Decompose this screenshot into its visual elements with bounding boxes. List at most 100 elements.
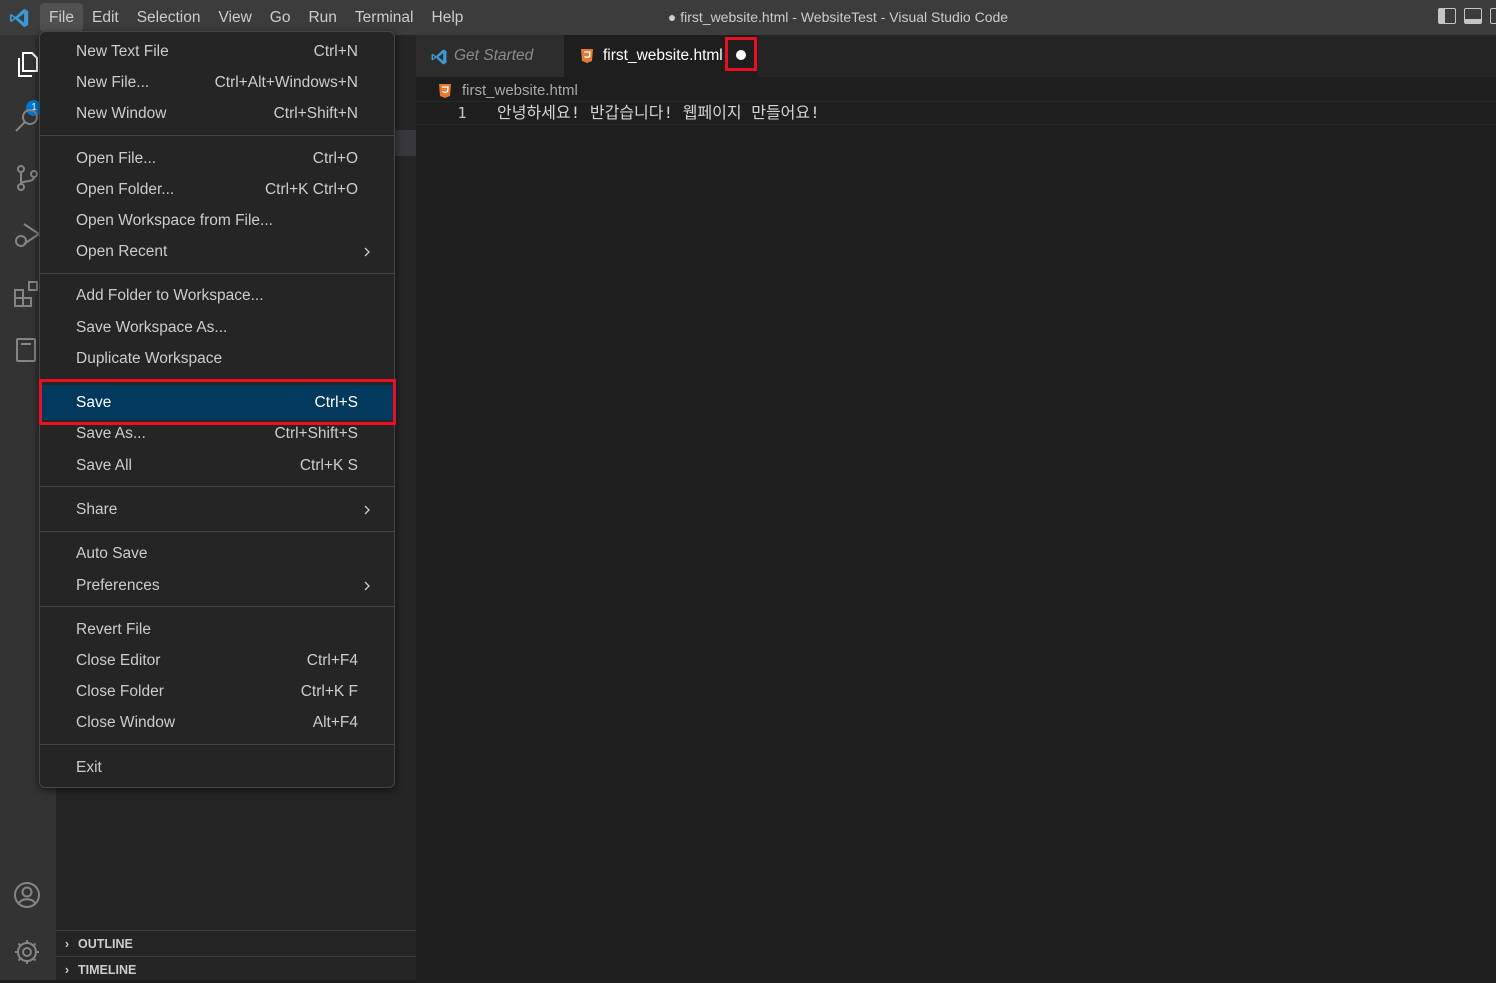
toggle-secondary-sidebar-icon[interactable] xyxy=(1490,8,1496,24)
menu-save-all[interactable]: Save All Ctrl+K S xyxy=(40,451,394,481)
menu-open-folder[interactable]: Open Folder... Ctrl+K Ctrl+O xyxy=(40,175,394,205)
run-debug-icon[interactable] xyxy=(12,220,42,250)
menu-open-recent[interactable]: Open Recent xyxy=(40,237,394,267)
timeline-section[interactable]: › TIMELINE xyxy=(56,956,416,982)
menu-help[interactable]: Help xyxy=(423,0,473,35)
menu-save-as[interactable]: Save As... Ctrl+Shift+S xyxy=(40,419,394,449)
menu-open-workspace[interactable]: Open Workspace from File... xyxy=(40,206,394,236)
code-line[interactable]: 안녕하세요! 반갑습니다! 웹페이지 만들어요! xyxy=(497,102,820,124)
manage-gear-icon[interactable] xyxy=(12,937,42,967)
menu-add-folder-to-workspace[interactable]: Add Folder to Workspace... xyxy=(40,281,394,311)
breadcrumb-file[interactable]: first_website.html xyxy=(462,80,578,102)
chevron-right-icon: › xyxy=(64,937,70,951)
menu-exit[interactable]: Exit xyxy=(40,753,394,783)
menu-item-shortcut: Ctrl+K F xyxy=(300,683,358,700)
accounts-icon[interactable] xyxy=(12,880,42,910)
explorer-icon[interactable] xyxy=(12,49,42,79)
menu-file[interactable]: File xyxy=(40,3,83,32)
menu-preferences[interactable]: Preferences xyxy=(40,571,394,601)
menu-item-shortcut: Ctrl+Shift+S xyxy=(274,425,358,442)
chevron-right-icon xyxy=(364,247,370,257)
menu-item-shortcut: Ctrl+Alt+Windows+N xyxy=(214,74,358,91)
menu-item-label: Open File... xyxy=(76,150,157,167)
html5-icon xyxy=(439,84,451,98)
chevron-right-icon xyxy=(364,505,370,515)
source-control-icon[interactable] xyxy=(12,163,42,193)
layout-controls xyxy=(1438,8,1496,24)
menu-item-label: Save As... xyxy=(76,425,146,442)
menu-item-label: Share xyxy=(76,501,118,518)
menu-bar: File Edit Selection View Go Run Terminal… xyxy=(40,0,472,35)
toggle-primary-sidebar-icon[interactable] xyxy=(1438,8,1456,24)
tab-get-started[interactable]: Get Started xyxy=(416,35,564,77)
menu-separator xyxy=(40,744,394,745)
menu-item-shortcut: Ctrl+Shift+N xyxy=(273,105,358,122)
outline-section[interactable]: › OUTLINE xyxy=(56,930,416,956)
menu-item-label: Open Recent xyxy=(76,243,168,260)
vscode-logo-icon xyxy=(9,8,29,28)
outline-label: OUTLINE xyxy=(78,937,133,951)
menu-go[interactable]: Go xyxy=(261,0,300,35)
menu-item-label: Duplicate Workspace xyxy=(76,350,223,367)
menu-item-label: Save xyxy=(76,394,112,411)
menu-item-label: Close Window xyxy=(76,714,176,731)
menu-item-shortcut: Ctrl+O xyxy=(312,150,358,167)
menu-item-shortcut: Ctrl+N xyxy=(313,43,358,60)
menu-item-label: Open Folder... xyxy=(76,181,175,198)
chevron-right-icon: › xyxy=(64,963,70,977)
timeline-label: TIMELINE xyxy=(78,963,137,977)
search-icon[interactable] xyxy=(12,105,42,135)
menu-separator xyxy=(40,135,394,136)
menu-item-label: Auto Save xyxy=(76,545,148,562)
menu-save-workspace-as[interactable]: Save Workspace As... xyxy=(40,313,394,343)
menu-close-editor[interactable]: Close Editor Ctrl+F4 xyxy=(40,646,394,676)
menu-new-text-file[interactable]: New Text File Ctrl+N xyxy=(40,37,394,67)
menu-share[interactable]: Share xyxy=(40,495,394,525)
menu-terminal[interactable]: Terminal xyxy=(346,0,423,35)
menu-item-shortcut: Ctrl+F4 xyxy=(306,652,358,669)
menu-open-file[interactable]: Open File... Ctrl+O xyxy=(40,144,394,174)
menu-separator xyxy=(40,486,394,487)
menu-item-label: New Window xyxy=(76,105,167,122)
menu-item-shortcut: Alt+F4 xyxy=(312,714,358,731)
menu-item-label: Exit xyxy=(76,759,102,776)
menu-item-shortcut: Ctrl+K Ctrl+O xyxy=(264,181,358,198)
vscode-icon xyxy=(431,49,447,65)
menu-item-label: Close Folder xyxy=(76,683,164,700)
menu-item-shortcut: Ctrl+K S xyxy=(299,457,358,474)
menu-item-label: Close Editor xyxy=(76,652,161,669)
menu-item-label: Add Folder to Workspace... xyxy=(76,287,264,304)
menu-new-file[interactable]: New File... Ctrl+Alt+Windows+N xyxy=(40,68,394,98)
menu-item-label: Preferences xyxy=(76,577,160,594)
html5-icon xyxy=(581,49,593,63)
menu-item-label: New Text File xyxy=(76,43,169,60)
menu-save[interactable]: Save Ctrl+S xyxy=(40,385,394,420)
toggle-panel-icon[interactable] xyxy=(1464,8,1482,24)
menu-separator xyxy=(40,273,394,274)
menu-item-label: Save Workspace As... xyxy=(76,319,228,336)
menu-auto-save[interactable]: Auto Save xyxy=(40,539,394,569)
menu-item-label: New File... xyxy=(76,74,150,91)
menu-separator xyxy=(40,606,394,607)
menu-item-shortcut: Ctrl+S xyxy=(314,394,359,411)
line-number: 1 xyxy=(457,104,467,122)
remote-explorer-icon[interactable] xyxy=(12,335,42,365)
menu-close-window[interactable]: Close Window Alt+F4 xyxy=(40,708,394,738)
menu-close-folder[interactable]: Close Folder Ctrl+K F xyxy=(40,677,394,707)
tab-label: first_website.html xyxy=(603,47,723,64)
menu-revert-file[interactable]: Revert File xyxy=(40,615,394,645)
file-menu-dropdown: New Text File Ctrl+N New File... Ctrl+Alt+… xyxy=(39,31,395,788)
tab-label: Get Started xyxy=(454,47,534,64)
menu-run[interactable]: Run xyxy=(299,0,345,35)
title-bar: File Edit Selection View Go Run Terminal… xyxy=(0,0,1496,35)
unsaved-dot-icon[interactable] xyxy=(736,50,746,60)
extensions-icon[interactable] xyxy=(12,278,42,308)
chevron-right-icon xyxy=(364,581,370,591)
menu-item-label: Open Workspace from File... xyxy=(76,212,273,229)
sidebar-selected-row[interactable] xyxy=(394,130,416,156)
menu-view[interactable]: View xyxy=(209,0,260,35)
menu-new-window[interactable]: New Window Ctrl+Shift+N xyxy=(40,99,394,129)
menu-edit[interactable]: Edit xyxy=(83,0,128,35)
menu-selection[interactable]: Selection xyxy=(128,0,210,35)
menu-duplicate-workspace[interactable]: Duplicate Workspace xyxy=(40,344,394,374)
